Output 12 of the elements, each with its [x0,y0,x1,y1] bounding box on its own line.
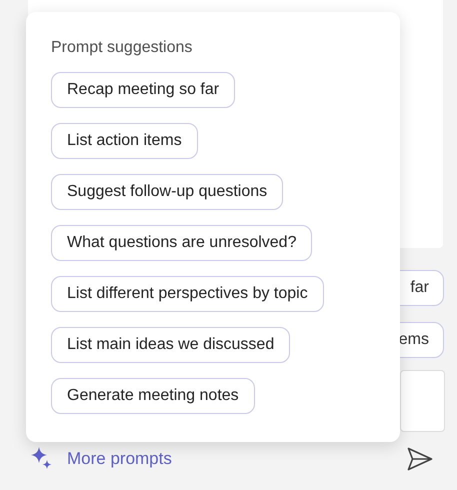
prompt-chip[interactable]: Generate meeting notes [51,378,255,414]
sparkle-icon [30,446,53,471]
prompt-chip[interactable]: List different perspectives by topic [51,276,324,312]
prompt-chip[interactable]: Suggest follow-up questions [51,174,284,210]
send-icon[interactable] [407,446,433,471]
prompt-chip[interactable]: List action items [51,123,198,159]
message-input[interactable] [400,370,445,432]
more-prompts-link[interactable]: More prompts [67,446,172,472]
prompt-chip[interactable]: Recap meeting so far [51,72,236,108]
popup-title: Prompt suggestions [51,38,194,58]
prompt-chip[interactable]: What questions are unresolved? [51,225,312,261]
prompt-chip[interactable]: List main ideas we discussed [51,327,290,363]
